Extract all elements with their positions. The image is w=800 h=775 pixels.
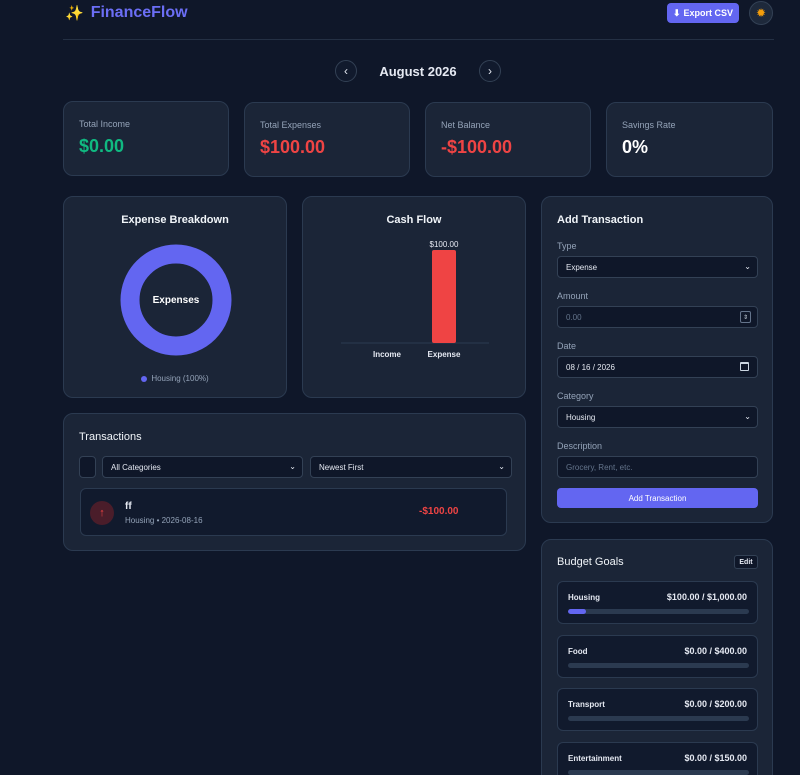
transaction-name: ff	[125, 501, 132, 512]
description-label: Description	[557, 441, 603, 451]
budget-goal-housing: Housing $100.00 / $1,000.00	[557, 581, 758, 624]
date-value: 08 / 16 / 2026	[566, 362, 615, 372]
date-label: Date	[557, 341, 577, 351]
donut-center-label: Expenses	[153, 295, 200, 306]
legend-label: Housing (100%)	[151, 374, 209, 383]
add-transaction-title: Add Transaction	[557, 214, 644, 226]
goal-value: $0.00 / $200.00	[684, 699, 747, 709]
transactions-title: Transactions	[79, 431, 142, 443]
goal-name: Entertainment	[568, 754, 622, 763]
budget-goal-transport: Transport $0.00 / $200.00	[557, 688, 758, 731]
next-month-button[interactable]: ›	[479, 60, 501, 82]
stat-value: $100.00	[260, 137, 326, 157]
export-csv-button[interactable]: ⬇ Export CSV	[667, 3, 739, 23]
description-placeholder: Grocery, Rent, etc.	[566, 462, 633, 472]
stat-label: Total Expenses	[260, 120, 322, 130]
budget-goal-food: Food $0.00 / $400.00	[557, 635, 758, 678]
type-value: Expense	[566, 262, 598, 272]
x-tick-label: Income	[373, 350, 402, 359]
transactions-card: Transactions All Categories ⌄ Newest Fir…	[63, 413, 526, 551]
add-transaction-card: Add Transaction Type Expense ⌄ Amount 0.…	[541, 196, 773, 523]
type-label: Type	[557, 241, 577, 251]
category-label: Category	[557, 391, 594, 401]
theme-toggle-button[interactable]: ✹	[749, 1, 773, 25]
goal-value: $100.00 / $1,000.00	[666, 592, 747, 602]
legend-swatch	[141, 375, 148, 382]
expense-breakdown-title: Expense Breakdown	[121, 214, 229, 226]
x-tick-label: Expense	[428, 350, 461, 359]
add-transaction-button[interactable]: Add Transaction	[557, 488, 758, 508]
transaction-meta: Housing • 2026-08-16	[125, 516, 203, 525]
stat-card-savings-rate: Savings Rate 0%	[606, 102, 773, 177]
goal-progress-track	[568, 609, 749, 614]
expense-breakdown-card: Expense Breakdown Expenses Housing (100%…	[63, 196, 287, 398]
brand-name: FinanceFlow	[90, 4, 188, 21]
stat-label: Net Balance	[441, 120, 491, 130]
chevron-down-icon: ⌄	[744, 262, 751, 271]
budget-goal-entertainment: Entertainment $0.00 / $150.00	[557, 742, 758, 775]
transaction-row[interactable]: ↑ ff Housing • 2026-08-16 -$100.00	[80, 488, 507, 536]
edit-budget-button[interactable]: Edit	[734, 555, 758, 569]
budget-goals-card: Budget Goals Edit Housing $100.00 / $1,0…	[541, 539, 773, 775]
stat-card-total-expenses: Total Expenses $100.00	[244, 102, 410, 177]
goal-progress-track	[568, 770, 749, 775]
month-navigation: ‹ August 2026 ›	[335, 60, 501, 83]
current-month: August 2026	[379, 64, 457, 79]
sparkles-icon: ✨	[65, 5, 84, 22]
bar-expense	[432, 250, 456, 343]
donut-legend: Housing (100%)	[64, 374, 286, 383]
stat-label: Savings Rate	[622, 120, 676, 130]
number-stepper-icon[interactable]: ⇕	[740, 311, 751, 323]
cash-flow-bar-chart: Income $100.00 Expense	[341, 240, 489, 359]
brand: ✨ FinanceFlow	[65, 4, 188, 22]
chevron-down-icon: ⌄	[744, 412, 751, 421]
chevron-down-icon: ⌄	[289, 462, 296, 471]
download-icon: ⬇	[672, 7, 681, 18]
type-select[interactable]: Expense ⌄	[557, 256, 758, 278]
budget-goals-title: Budget Goals	[557, 556, 624, 568]
goal-value: $0.00 / $150.00	[684, 753, 747, 763]
goal-name: Housing	[568, 593, 600, 602]
cash-flow-card: Cash Flow Income $100.00 Expense	[302, 196, 526, 398]
stat-card-net-balance: Net Balance -$100.00	[425, 102, 591, 177]
amount-placeholder: 0.00	[566, 312, 582, 322]
amount-input[interactable]: 0.00 ⇕	[557, 306, 758, 328]
goal-progress-fill	[568, 609, 587, 614]
category-select[interactable]: Housing ⌄	[557, 406, 758, 428]
stat-value: -$100.00	[441, 137, 513, 157]
transaction-amount: -$100.00	[419, 506, 459, 517]
bar-data-label: $100.00	[430, 240, 459, 249]
sort-select[interactable]: Newest First ⌄	[310, 456, 512, 478]
goal-name: Food	[568, 647, 588, 656]
goal-name: Transport	[568, 700, 605, 709]
app-header: ✨ FinanceFlow ⬇ Export CSV ✹	[63, 0, 774, 40]
stat-card-total-income: Total Income $0.00	[63, 101, 229, 176]
sun-icon: ✹	[755, 6, 767, 20]
goal-value: $0.00 / $400.00	[684, 646, 747, 656]
amount-label: Amount	[557, 291, 589, 301]
goal-progress-track	[568, 716, 749, 721]
transaction-search-input[interactable]	[79, 456, 96, 478]
stat-value: $0.00	[79, 136, 125, 156]
chevron-down-icon: ⌄	[498, 462, 505, 471]
stat-value: 0%	[622, 137, 649, 157]
goal-progress-track	[568, 663, 749, 668]
calendar-icon[interactable]	[740, 362, 749, 371]
description-input[interactable]: Grocery, Rent, etc.	[557, 456, 758, 478]
export-csv-label: Export CSV	[683, 8, 734, 18]
category-filter-select[interactable]: All Categories ⌄	[102, 456, 303, 478]
date-input[interactable]: 08 / 16 / 2026	[557, 356, 758, 378]
category-value: Housing	[566, 412, 596, 422]
arrow-up-icon: ↑	[90, 501, 114, 525]
sort-value: Newest First	[319, 462, 364, 472]
chevron-right-icon: ›	[488, 64, 492, 78]
category-filter-value: All Categories	[111, 462, 161, 472]
stat-label: Total Income	[79, 119, 131, 129]
